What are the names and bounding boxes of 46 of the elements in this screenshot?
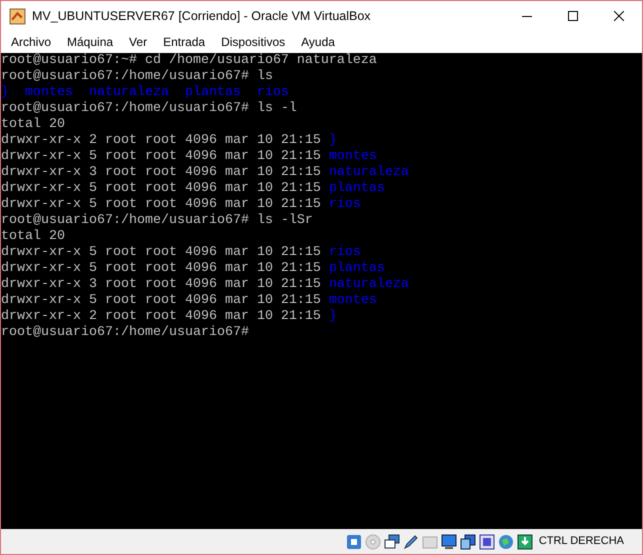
terminal-text: } montes naturaleza plantas rios — [1, 85, 289, 101]
terminal-text: drwxr-xr-x 5 root root 4096 mar 10 21:15 — [1, 245, 322, 261]
monitor-icon[interactable] — [440, 534, 457, 550]
terminal-text: root@usuario67:~# cd /home/usuario67 naturaleza — [1, 53, 377, 69]
terminal-text: drwxr-xr-x 5 root root 4096 mar 10 21:15 — [1, 149, 322, 165]
terminal-text: drwxr-xr-x 3 root root 4096 mar 10 21:15 — [1, 165, 322, 181]
close-icon — [614, 11, 624, 21]
terminal-text: root@usuario67:/home/usuario67# — [1, 325, 249, 341]
terminal-text: root@usuario67:/home/usuario67# ls -l — [1, 101, 297, 117]
menu-item[interactable]: Entrada — [155, 31, 214, 53]
terminal-text: drwxr-xr-x 5 root root 4096 mar 10 21:15 — [1, 261, 322, 277]
terminal-text: montes — [328, 149, 377, 165]
terminal-text: drwxr-xr-x 2 root root 4096 mar 10 21:15 — [1, 309, 322, 325]
terminal-text: root@usuario67:/home/usuario67# ls — [1, 69, 273, 85]
terminal-text: } — [328, 309, 337, 325]
menu-item[interactable]: Ver — [121, 31, 156, 53]
menu-item[interactable]: Ayuda — [293, 31, 343, 53]
terminal-text: plantas — [328, 261, 385, 277]
terminal-text: root@usuario67:/home/usuario67# ls -lSr — [1, 213, 313, 229]
terminal-text: rios — [328, 245, 361, 261]
terminal-text: drwxr-xr-x 5 root root 4096 mar 10 21:15 — [1, 181, 322, 197]
chip-icon[interactable] — [478, 534, 495, 550]
terminal-text: rios — [328, 197, 361, 213]
terminal-text: } — [328, 133, 337, 149]
host-key-label: CTRL DERECHA — [538, 534, 624, 550]
window-title: MV_UBUNTUSERVER67 [Corriendo] - Oracle VM VirtualBox — [32, 8, 371, 25]
app-icon — [9, 8, 26, 24]
terminal-text: naturaleza — [328, 165, 409, 181]
terminal-text: drwxr-xr-x 5 root root 4096 mar 10 21:15 — [1, 197, 322, 213]
menu-item[interactable]: Máquina — [59, 31, 122, 53]
pen-icon[interactable] — [402, 534, 419, 550]
terminal-text: total 20 — [1, 229, 65, 245]
terminal-text: naturaleza — [328, 277, 409, 293]
terminal-text: montes — [328, 293, 377, 309]
maximize-icon — [568, 11, 578, 21]
terminal-text: drwxr-xr-x 3 root root 4096 mar 10 21:15 — [1, 277, 322, 293]
network-icon[interactable] — [384, 534, 400, 550]
terminal-text: plantas — [328, 181, 385, 197]
download-icon[interactable] — [516, 534, 533, 550]
terminal-screen[interactable] — [1, 53, 642, 529]
terminal-text: total 20 — [1, 117, 65, 133]
terminal-text: drwxr-xr-x 5 root root 4096 mar 10 21:15 — [1, 293, 322, 309]
terminal-text: drwxr-xr-x 2 root root 4096 mar 10 21:15 — [1, 133, 322, 149]
menu-item[interactable]: Dispositivos — [213, 31, 294, 53]
windows-icon[interactable] — [460, 534, 476, 550]
menu-item[interactable]: Archivo — [3, 31, 60, 53]
